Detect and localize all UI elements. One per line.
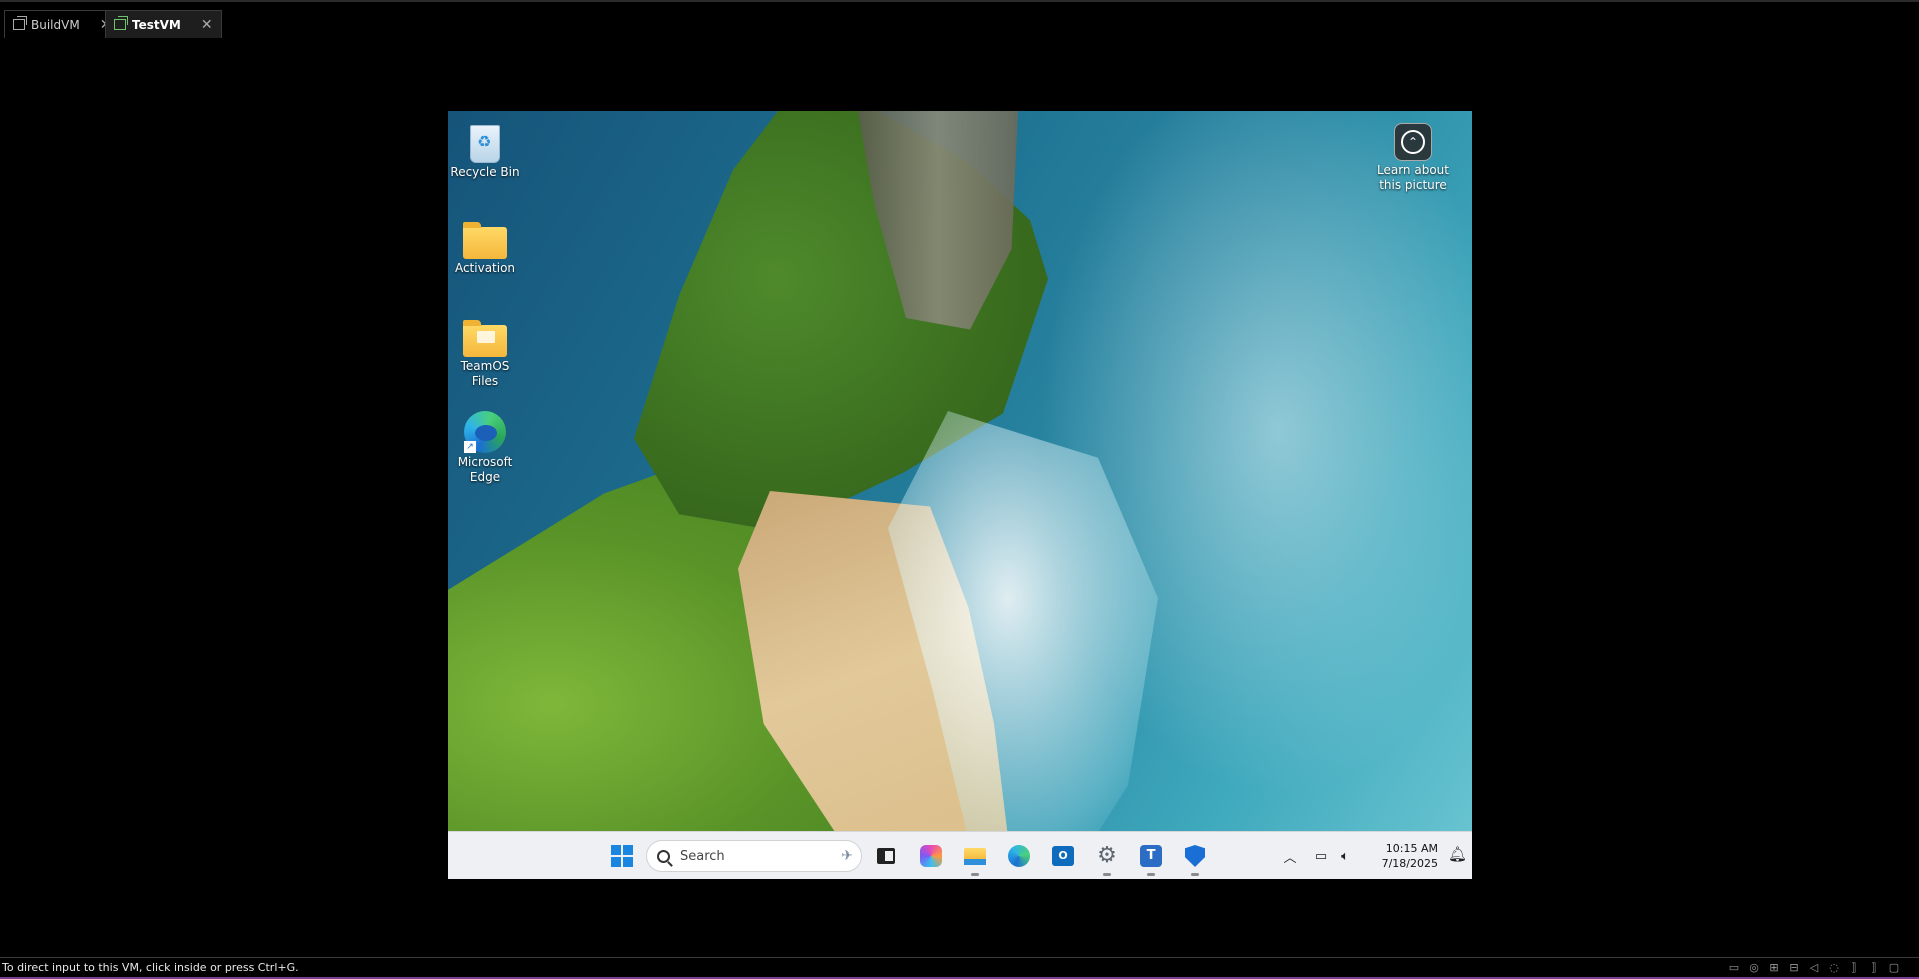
- shortcut-arrow-icon: ↗: [464, 441, 476, 453]
- settings-icon: ⚙: [1097, 843, 1117, 868]
- tab-label: BuildVM: [31, 17, 80, 32]
- learn-about-picture-icon: ⌃: [1394, 123, 1432, 161]
- desktop-icon-label: Activation: [454, 261, 516, 275]
- network-icon: ▭: [1314, 848, 1328, 864]
- usb-icon[interactable]: ⊟: [1787, 961, 1801, 974]
- running-indicator: [1191, 873, 1199, 876]
- notification-bell-icon: 🔔︎: [1448, 845, 1468, 863]
- search-highlight-icon: ✈: [841, 848, 853, 864]
- sound-icon[interactable]: ◁: [1807, 961, 1821, 974]
- start-button[interactable]: [606, 840, 638, 872]
- search-placeholder: Search: [680, 848, 725, 864]
- task-view-icon: [877, 848, 895, 864]
- desktop-icon-teamos-files[interactable]: TeamOS Files: [448, 317, 524, 389]
- desktop-icon-learn-about-picture[interactable]: ⌃ Learn about this picture: [1368, 123, 1458, 193]
- clock-time: 10:15 AM: [1385, 842, 1438, 855]
- clock-date: 7/18/2025: [1381, 857, 1438, 870]
- close-icon[interactable]: ✕: [201, 17, 213, 33]
- folder-icon: [463, 320, 507, 357]
- defender-icon: [1185, 845, 1205, 867]
- bracket-icon[interactable]: ⟧: [1867, 961, 1881, 974]
- edge-icon: [1008, 845, 1030, 867]
- bracket-icon[interactable]: ⟧: [1847, 961, 1861, 974]
- device-status-icons: ▭ ◎ ⊞ ⊟ ◁ ◌ ⟧ ⟧ ▢: [1727, 961, 1901, 974]
- hard-disk-icon[interactable]: ▭: [1727, 961, 1741, 974]
- desktop-icon-recycle-bin[interactable]: Recycle Bin: [448, 121, 524, 180]
- copilot-button[interactable]: [915, 840, 947, 872]
- start-icon: [611, 845, 633, 867]
- vm-screen[interactable]: Recycle Bin Activation TeamOS Files ↗ Mi…: [448, 111, 1472, 879]
- desktop-icon-activation[interactable]: Activation: [448, 219, 524, 276]
- teams-icon: T: [1140, 845, 1162, 867]
- printer-icon[interactable]: ◌: [1827, 961, 1841, 974]
- host-status-bar: To direct input to this VM, click inside…: [0, 957, 1919, 979]
- desktop-icon-label: Microsoft Edge: [457, 455, 513, 484]
- desktop-icon-label: TeamOS Files: [460, 359, 510, 388]
- defender-button[interactable]: [1179, 840, 1211, 876]
- tab-testvm[interactable]: TestVM ✕: [105, 10, 222, 38]
- outlook-icon: O: [1052, 846, 1074, 866]
- desktop-icon-label: Recycle Bin: [450, 165, 520, 179]
- file-explorer-button[interactable]: [959, 840, 991, 876]
- network-button[interactable]: ▭: [1312, 846, 1330, 866]
- task-view-button[interactable]: [870, 840, 902, 872]
- host-tab-bar: BuildVM ✕ TestVM ✕: [0, 0, 1919, 38]
- search-input[interactable]: Search ✈: [646, 840, 862, 872]
- message-icon[interactable]: ▢: [1887, 961, 1901, 974]
- vm-icon: [13, 16, 27, 30]
- show-hidden-icons-button[interactable]: ︿: [1282, 846, 1298, 866]
- tab-buildvm[interactable]: BuildVM ✕: [4, 10, 121, 38]
- running-indicator: [1147, 873, 1155, 876]
- chevron-up-icon: ︿: [1283, 850, 1297, 866]
- search-icon: [657, 849, 670, 863]
- notifications-button[interactable]: 🔔︎: [1448, 845, 1467, 863]
- cd-icon[interactable]: ◎: [1747, 961, 1761, 974]
- copilot-icon: [920, 845, 942, 867]
- desktop-icon-label: Learn about this picture: [1377, 163, 1449, 192]
- desktop-icon-microsoft-edge[interactable]: ↗ Microsoft Edge: [448, 411, 524, 485]
- network-icon[interactable]: ⊞: [1767, 961, 1781, 974]
- file-explorer-icon: [964, 847, 986, 865]
- status-message: To direct input to this VM, click inside…: [2, 961, 299, 974]
- running-indicator: [971, 873, 979, 876]
- tab-label: TestVM: [132, 17, 181, 32]
- edge-taskbar-button[interactable]: [1003, 840, 1035, 872]
- clock[interactable]: 10:15 AM 7/18/2025: [1378, 841, 1438, 871]
- taskbar: Search ✈ O ⚙ T ︿ ▭ 🔈︎ 10:15 AM 7/18/2025…: [448, 831, 1472, 879]
- edge-icon: ↗: [464, 411, 506, 453]
- settings-button[interactable]: ⚙: [1091, 840, 1123, 876]
- recycle-bin-icon: [470, 125, 500, 163]
- outlook-button[interactable]: O: [1047, 840, 1079, 872]
- volume-icon: 🔈︎: [1341, 848, 1349, 864]
- teams-button[interactable]: T: [1135, 840, 1167, 876]
- vm-icon: [114, 16, 128, 30]
- folder-icon: [463, 222, 507, 259]
- running-indicator: [1103, 873, 1111, 876]
- volume-button[interactable]: 🔈︎: [1336, 846, 1354, 866]
